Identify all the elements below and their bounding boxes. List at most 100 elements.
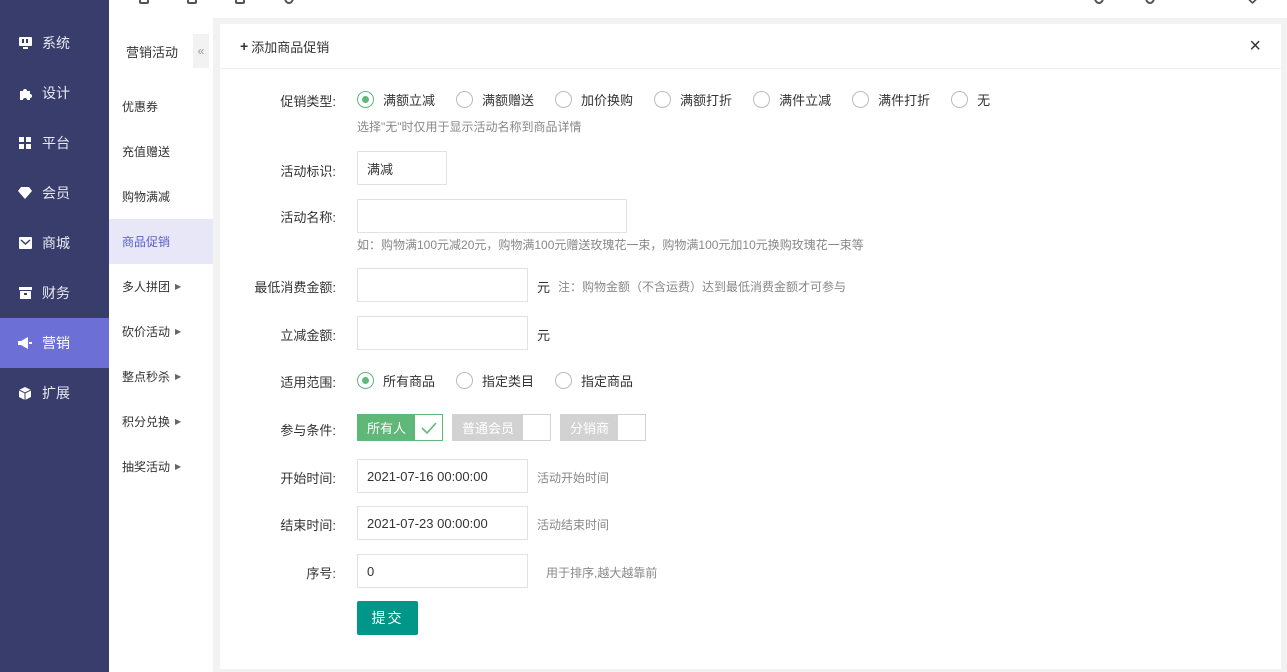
nav-item-4[interactable]: 商城 xyxy=(0,218,109,268)
promo-type-radio[interactable]: 无 xyxy=(951,90,990,109)
end-time-input[interactable]: 2021-07-23 00:00:00 xyxy=(357,506,528,540)
scope-radio[interactable]: 所有商品 xyxy=(357,371,435,390)
promo-type-radio-label: 满件打折 xyxy=(878,93,931,108)
submenu-item-label: 抽奖活动 xyxy=(122,460,171,474)
nav-item-7[interactable]: 扩展 xyxy=(0,368,109,418)
monitor-icon xyxy=(18,36,32,50)
nav-item-label: 财务 xyxy=(42,285,70,301)
sub-menu-title: 营销活动 xyxy=(126,44,179,60)
submenu-item-5[interactable]: 砍价活动 ▶ xyxy=(109,309,213,354)
condition-checkbox-label: 分销商 xyxy=(561,415,619,440)
scope-radio-label: 所有商品 xyxy=(383,374,436,389)
scope-label: 适用范围: xyxy=(280,375,336,390)
submenu-item-label: 优惠券 xyxy=(122,100,159,114)
condition-checkbox[interactable]: 所有人 xyxy=(357,414,444,441)
promo-type-radio[interactable]: 满件立减 xyxy=(753,90,831,109)
cube-icon xyxy=(18,386,32,400)
name-input[interactable] xyxy=(357,199,627,233)
promo-type-hint: 选择"无"时仅用于显示活动名称到商品详情 xyxy=(357,120,582,134)
nav-item-label: 营销 xyxy=(42,335,70,351)
caret-right-icon: ▶ xyxy=(175,282,182,291)
settings-icon[interactable] xyxy=(1145,0,1155,4)
collapse-icon[interactable]: « xyxy=(193,34,209,68)
tag-label: 活动标识: xyxy=(280,164,336,179)
submenu-item-label: 商品促销 xyxy=(122,235,171,249)
submenu-item-4[interactable]: 多人拼团 ▶ xyxy=(109,264,213,309)
discount-input[interactable] xyxy=(357,316,528,350)
end-hint: 活动结束时间 xyxy=(537,518,610,532)
form-panel: + 添加商品促销 × 促销类型: 满额立减 满额赠送 加价换购 满额打折 满件立减 满件打… xyxy=(220,24,1281,669)
radio-circle-icon xyxy=(555,372,573,389)
top-bar xyxy=(109,0,1287,18)
checkbox-empty-icon xyxy=(618,415,646,440)
toolbar-icon[interactable] xyxy=(187,0,197,4)
order-input[interactable]: 0 xyxy=(357,554,528,588)
scope-radios: 所有商品 指定类目 指定商品 xyxy=(357,371,654,392)
caret-right-icon: ▶ xyxy=(175,417,182,426)
submit-button[interactable]: 提交 xyxy=(357,601,418,635)
submenu-item-label: 充值赠送 xyxy=(122,145,171,159)
order-label: 序号: xyxy=(306,566,336,581)
close-icon[interactable]: × xyxy=(1249,36,1261,56)
nav-item-0[interactable]: 系统 xyxy=(0,18,109,68)
nav-item-6[interactable]: 营销 xyxy=(0,318,109,368)
scope-radio[interactable]: 指定商品 xyxy=(555,371,633,390)
grid-icon xyxy=(18,136,32,150)
condition-checkbox[interactable]: 分销商 xyxy=(560,414,647,441)
scope-radio-label: 指定商品 xyxy=(581,374,634,389)
min-amount-input[interactable] xyxy=(357,268,528,302)
panel-header: + 添加商品促销 × xyxy=(220,24,1281,69)
dropdown-icon[interactable] xyxy=(1247,0,1258,5)
promo-type-label: 促销类型: xyxy=(280,94,336,109)
nav-item-2[interactable]: 平台 xyxy=(0,118,109,168)
submenu-item-label: 多人拼团 xyxy=(122,280,171,294)
condition-checkbox[interactable]: 普通会员 xyxy=(452,414,552,441)
start-label: 开始时间: xyxy=(280,471,336,486)
submenu-item-2[interactable]: 购物满减 xyxy=(109,174,213,219)
nav-item-label: 设计 xyxy=(42,85,70,101)
nav-item-1[interactable]: 设计 xyxy=(0,68,109,118)
min-amount-unit: 元 xyxy=(537,280,551,295)
submenu-item-1[interactable]: 充值赠送 xyxy=(109,129,213,174)
tag-input[interactable]: 满减 xyxy=(357,151,447,185)
submenu-item-6[interactable]: 整点秒杀 ▶ xyxy=(109,354,213,399)
promo-type-radio-label: 加价换购 xyxy=(581,93,634,108)
nav-item-label: 系统 xyxy=(42,35,70,51)
check-icon xyxy=(415,415,443,440)
megaphone-icon xyxy=(18,336,32,350)
scope-radio[interactable]: 指定类目 xyxy=(456,371,534,390)
checkbox-empty-icon xyxy=(523,415,551,440)
radio-circle-icon xyxy=(753,91,771,108)
condition-checkboxes: 所有人 普通会员 分销商 xyxy=(357,414,655,441)
caret-right-icon: ▶ xyxy=(175,327,182,336)
logo-area xyxy=(0,0,109,18)
nav-item-5[interactable]: 财务 xyxy=(0,268,109,318)
discount-unit: 元 xyxy=(537,328,551,343)
radio-circle-icon xyxy=(654,91,672,108)
submenu-item-label: 整点秒杀 xyxy=(122,370,171,384)
start-time-input[interactable]: 2021-07-16 00:00:00 xyxy=(357,459,528,493)
min-amount-hint: 注：购物金额（不含运费）达到最低消费金额才可参与 xyxy=(558,280,847,294)
promo-type-radio[interactable]: 满额立减 xyxy=(357,90,435,109)
wallet-icon xyxy=(18,286,32,300)
submenu-item-7[interactable]: 积分兑换 ▶ xyxy=(109,399,213,444)
submenu-item-8[interactable]: 抽奖活动 ▶ xyxy=(109,444,213,489)
submenu-item-3[interactable]: 商品促销 xyxy=(109,219,213,264)
promo-type-radio[interactable]: 满额赠送 xyxy=(456,90,534,109)
toolbar-icon[interactable] xyxy=(139,0,149,4)
end-label: 结束时间: xyxy=(280,518,336,533)
promo-type-radio[interactable]: 满额打折 xyxy=(654,90,732,109)
promo-type-radio[interactable]: 满件打折 xyxy=(852,90,930,109)
toolbar-icon[interactable] xyxy=(235,0,245,4)
condition-checkbox-label: 所有人 xyxy=(358,415,416,440)
nav-item-3[interactable]: 会员 xyxy=(0,168,109,218)
condition-label: 参与条件: xyxy=(280,423,336,438)
promo-type-radios: 满额立减 满额赠送 加价换购 满额打折 满件立减 满件打折 无 xyxy=(357,90,1011,111)
radio-circle-icon xyxy=(555,91,573,108)
submenu-item-0[interactable]: 优惠券 xyxy=(109,84,213,129)
promo-type-radio[interactable]: 加价换购 xyxy=(555,90,633,109)
mail-icon xyxy=(18,236,32,250)
min-amount-label: 最低消费金额: xyxy=(254,280,336,295)
user-icon[interactable] xyxy=(1094,0,1104,4)
refresh-icon[interactable] xyxy=(284,0,294,4)
